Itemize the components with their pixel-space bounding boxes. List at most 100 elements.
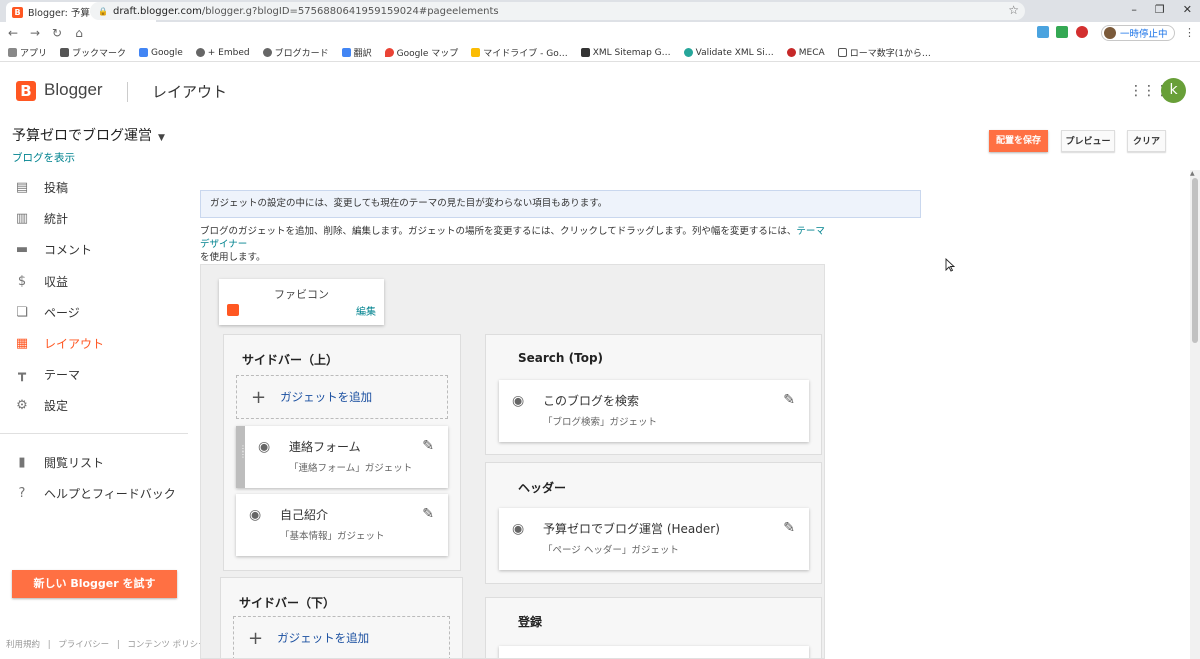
- pages-icon: ❏: [16, 304, 28, 320]
- gadget-profile[interactable]: ◉ 自己紹介 「基本情報」ガジェット ✎: [236, 494, 448, 556]
- bookmark-item[interactable]: ブックマーク: [60, 46, 126, 59]
- scroll-up-icon[interactable]: ▲: [1190, 170, 1195, 177]
- terms-link[interactable]: 利用規約: [6, 640, 40, 650]
- edit-pencil-icon[interactable]: ✎: [422, 506, 434, 522]
- dollar-icon: $: [17, 273, 27, 289]
- back-icon[interactable]: ←: [4, 26, 22, 40]
- add-gadget-button[interactable]: + ガジェットを追加: [233, 616, 450, 658]
- bookmark-item[interactable]: Google マップ: [384, 46, 458, 59]
- section-title: サイドバー（下）: [239, 596, 336, 610]
- plus-icon: +: [251, 386, 267, 408]
- footer-separator: |: [116, 640, 120, 650]
- bookmarks-bar: アプリ ブックマーク Google + Embed ブログカード 翻訳 Goog…: [0, 44, 1200, 62]
- plus-icon: +: [248, 627, 264, 649]
- drive-icon: [471, 48, 481, 57]
- page-icon: [837, 48, 847, 57]
- eye-icon[interactable]: ◉: [258, 439, 270, 455]
- sidebar-item-posts[interactable]: ▤ 投稿: [0, 172, 188, 203]
- eye-icon[interactable]: ◉: [512, 521, 524, 537]
- url-path: /blogger.g?blogID=5756880641959159024#pa…: [201, 5, 499, 17]
- bookmark-item[interactable]: マイドライブ - Go…: [471, 46, 568, 59]
- sidebar-item-earnings[interactable]: $ 収益: [0, 266, 188, 297]
- bookmark-item[interactable]: Google: [139, 48, 183, 58]
- sidebar-nav-secondary: ▮ 閲覧リスト ? ヘルプとフィードバック: [0, 447, 188, 509]
- sidebar-item-help[interactable]: ? ヘルプとフィードバック: [0, 478, 188, 509]
- edit-pencil-icon[interactable]: ✎: [783, 392, 795, 408]
- favicon-edit-link[interactable]: 編集: [356, 303, 376, 318]
- bookmark-item[interactable]: ブログカード: [262, 46, 329, 59]
- translate-extension-icon[interactable]: [1037, 26, 1049, 38]
- sidebar-item-stats[interactable]: ▥ 統計: [0, 203, 188, 234]
- bookmark-item[interactable]: 翻訳: [341, 46, 372, 59]
- preview-button[interactable]: プレビュー: [1061, 130, 1115, 152]
- blogger-logo-icon[interactable]: B: [16, 81, 36, 101]
- check-extension-icon[interactable]: [1056, 26, 1068, 38]
- eye-icon[interactable]: ◉: [512, 393, 524, 409]
- brand-name[interactable]: Blogger: [44, 80, 103, 100]
- section-title: Search (Top): [518, 351, 604, 365]
- view-blog-link[interactable]: ブログを表示: [12, 150, 75, 165]
- try-new-blogger-button[interactable]: 新しい Blogger を試す: [12, 570, 177, 598]
- window-controls: – ❐ ✕: [1131, 3, 1192, 16]
- sidebar-item-reading-list[interactable]: ▮ 閲覧リスト: [0, 447, 188, 478]
- layout-icon: ▦: [15, 336, 29, 352]
- apps-icon: [8, 48, 17, 57]
- avatar[interactable]: k: [1161, 78, 1186, 103]
- bookmark-item[interactable]: XML Sitemap G…: [580, 48, 671, 58]
- sidebar-item-theme[interactable]: ┳ テーマ: [0, 359, 188, 390]
- blog-selector[interactable]: 予算ゼロでブログ運営 ▼: [12, 125, 165, 145]
- sidebar-item-pages[interactable]: ❏ ページ: [0, 297, 188, 328]
- bookmark-item[interactable]: ローマ数字(1から…: [837, 46, 931, 59]
- content-policy-link[interactable]: コンテンツ ポリシー: [127, 640, 206, 650]
- section-subscribe: 登録: [485, 597, 822, 658]
- globe-icon: [262, 48, 272, 57]
- bookmark-item[interactable]: アプリ: [8, 46, 47, 59]
- profile-avatar-icon: [1104, 27, 1116, 39]
- sidebar-item-layout[interactable]: ▦ レイアウト: [0, 328, 188, 359]
- profile-pause-button[interactable]: 一時停止中: [1101, 25, 1175, 41]
- home-icon[interactable]: ⌂: [70, 26, 88, 40]
- save-arrangement-button[interactable]: 配置を保存: [989, 130, 1048, 152]
- meca-extension-icon[interactable]: [1076, 26, 1088, 38]
- bookmark-item[interactable]: MECA: [786, 48, 825, 58]
- close-window-icon[interactable]: ✕: [1183, 3, 1192, 16]
- browser-menu-icon[interactable]: ⋮: [1184, 26, 1195, 39]
- sidebar-item-settings[interactable]: ⚙ 設定: [0, 390, 188, 421]
- section-header: ヘッダー ◉ 予算ゼロでブログ運営 (Header) 「ページ ヘッダー」ガジェ…: [485, 462, 822, 584]
- sidebar-divider: [0, 433, 188, 434]
- forward-icon[interactable]: →: [26, 26, 44, 40]
- mouse-cursor-icon: [945, 258, 955, 272]
- favicon-gadget[interactable]: ファビコン 編集: [219, 279, 384, 325]
- scroll-thumb[interactable]: [1192, 178, 1198, 343]
- blog-name: 予算ゼロでブログ運営: [12, 128, 152, 144]
- edit-pencil-icon[interactable]: ✎: [422, 438, 434, 454]
- drag-handle[interactable]: ⋮ ⋮: [236, 426, 247, 488]
- reload-icon[interactable]: ↻: [48, 26, 66, 40]
- add-gadget-button[interactable]: + ガジェットを追加: [236, 375, 448, 419]
- restore-icon[interactable]: ❐: [1155, 3, 1165, 16]
- eye-icon[interactable]: ◉: [249, 507, 261, 523]
- sitemap-icon: [580, 48, 590, 57]
- gadget-blog-search[interactable]: ◉ このブログを検索 「ブログ検索」ガジェット ✎: [499, 380, 809, 442]
- section-search-top: Search (Top) ◉ このブログを検索 「ブログ検索」ガジェット ✎: [485, 334, 822, 455]
- favicon-title: ファビコン: [274, 288, 329, 301]
- browser-toolbar: ← → ↻ ⌂: [0, 22, 1200, 44]
- google-icon: [139, 48, 149, 57]
- bookmark-item[interactable]: Validate XML Si…: [683, 48, 774, 58]
- minimize-icon[interactable]: –: [1131, 3, 1137, 16]
- gadget-page-header[interactable]: ◉ 予算ゼロでブログ運営 (Header) 「ページ ヘッダー」ガジェット ✎: [499, 508, 809, 570]
- section-title: ヘッダー: [518, 481, 567, 495]
- clear-button[interactable]: クリア: [1127, 130, 1166, 152]
- section-sidebar-top: サイドバー（上） + ガジェットを追加 ⋮ ⋮ ◉ 連絡フォーム 「連絡フォーム」…: [223, 334, 461, 571]
- map-pin-icon: [384, 48, 394, 57]
- sidebar-item-comments[interactable]: ▬ コメント: [0, 234, 188, 265]
- page-scrollbar[interactable]: ▲: [1190, 170, 1200, 659]
- comments-icon: ▬: [15, 242, 29, 258]
- bookmark-star-icon[interactable]: ☆: [1008, 3, 1019, 17]
- gadget-contact-form[interactable]: ⋮ ⋮ ◉ 連絡フォーム 「連絡フォーム」ガジェット ✎: [236, 426, 448, 488]
- gadget-subscribe[interactable]: [499, 646, 809, 658]
- address-bar[interactable]: 🔒 draft.blogger.com /blogger.g?blogID=57…: [90, 2, 1025, 20]
- edit-pencil-icon[interactable]: ✎: [783, 520, 795, 536]
- bookmark-item[interactable]: + Embed: [195, 48, 250, 58]
- privacy-link[interactable]: プライバシー: [58, 640, 109, 650]
